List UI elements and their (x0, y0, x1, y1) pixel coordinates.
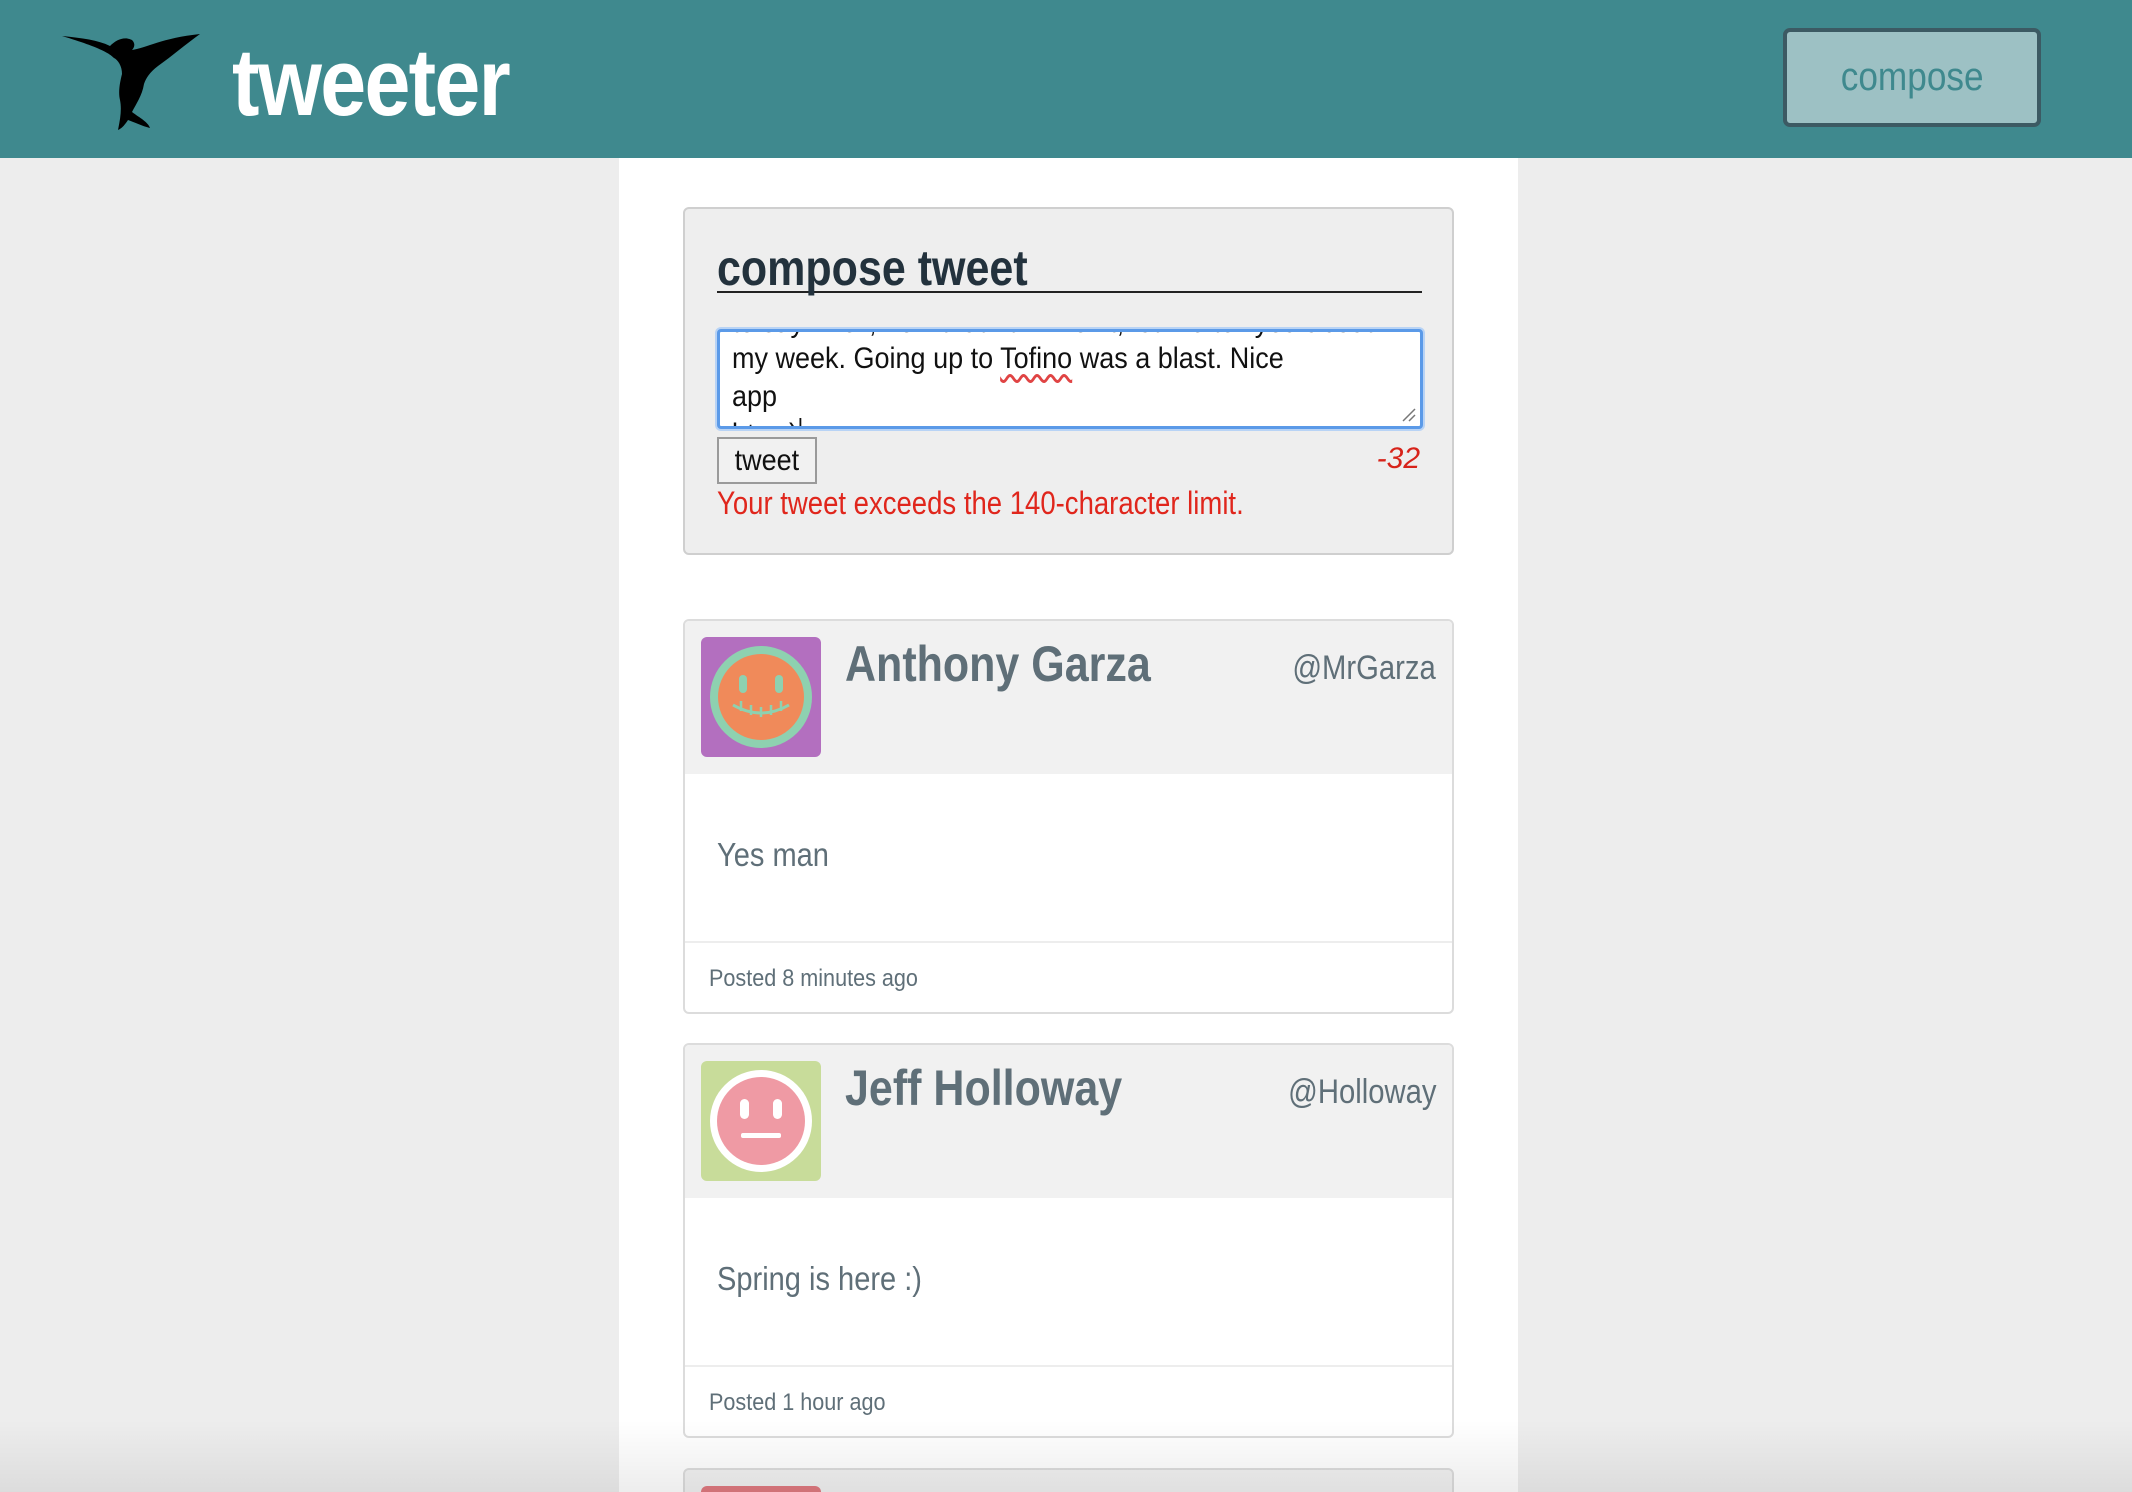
tweet-header: Anthony Garza @MrGarza (685, 621, 1452, 774)
hummingbird-icon (62, 34, 200, 130)
tweet-content: Yes man (717, 836, 829, 873)
top-navbar: tweeter compose (0, 0, 2132, 158)
avatar (701, 637, 821, 757)
posted-time: Posted 1 hour ago (709, 1389, 886, 1416)
tweet-footer: Posted 8 minutes ago (685, 941, 1452, 1012)
misspelled-word: Tofino (1000, 342, 1073, 375)
author-name: Anthony Garza (845, 636, 1151, 692)
char-counter: -32 (1376, 442, 1420, 475)
compose-button-label: compose (1840, 55, 1984, 99)
author-handle: @Holloway (1287, 1073, 1436, 1111)
tweet-textarea[interactable]: to say. Well, now that I think of it, le… (717, 329, 1423, 429)
avatar (701, 1061, 821, 1181)
error-message: Your tweet exceeds the 140-character lim… (717, 485, 1244, 521)
compose-button[interactable]: compose (1783, 28, 2041, 127)
tweet-content: Spring is here :) (717, 1260, 922, 1297)
avatar (701, 1486, 821, 1492)
compose-title: compose tweet (717, 239, 1422, 296)
tweet-header: Jeff Holloway @Holloway (685, 1045, 1452, 1198)
tweet-submit-button[interactable]: tweet (717, 437, 817, 484)
resize-grip-icon[interactable] (1400, 406, 1416, 422)
compose-tweet-panel: compose tweet to say. Well, now that I t… (683, 207, 1454, 555)
tweet-footer: Posted 1 hour ago (685, 1365, 1452, 1436)
author-name: Jeff Holloway (845, 1060, 1123, 1116)
brand-title: tweeter (232, 29, 511, 136)
text-caret (799, 418, 802, 426)
author-handle: @MrGarza (1292, 649, 1436, 687)
posted-time: Posted 8 minutes ago (709, 965, 918, 992)
tweet-card (683, 1468, 1454, 1492)
smiley-avatar-icon (701, 637, 821, 757)
tweet-card: Jeff Holloway @Holloway Spring is here :… (683, 1043, 1454, 1438)
tweet-card: Anthony Garza @MrGarza Yes man Posted 8 … (683, 619, 1454, 1014)
neutral-face-avatar-icon (701, 1061, 821, 1181)
textarea-visible-text: my week. Going up to Tofino was a blast.… (732, 340, 1335, 426)
